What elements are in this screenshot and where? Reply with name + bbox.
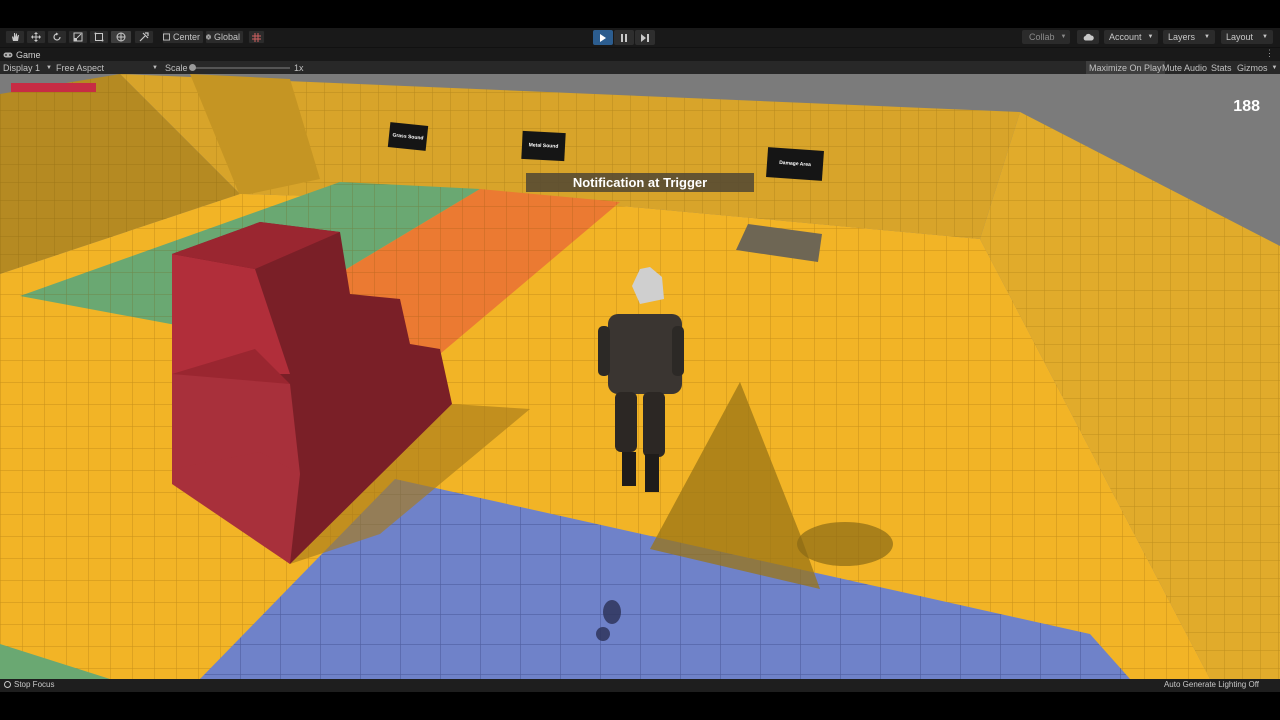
play-icon	[600, 33, 606, 42]
account-label: Account	[1109, 32, 1142, 42]
sign-grass-sound: Grass Sound	[387, 122, 429, 151]
scale-slider-track[interactable]	[190, 67, 290, 69]
top-letterbox	[0, 0, 1280, 28]
cloud-icon	[1083, 33, 1094, 41]
scene-render	[0, 74, 1280, 679]
info-icon	[4, 681, 11, 688]
pivot-toggle-button[interactable]: Center	[162, 30, 204, 44]
gamepad-icon	[3, 52, 13, 57]
maximize-label: Maximize On Play	[1089, 62, 1162, 73]
sign-damage-area: Damage Area	[766, 147, 824, 181]
footprint	[596, 627, 610, 641]
space-toggle-button[interactable]: Global	[205, 30, 244, 44]
move-tool-icon[interactable]	[26, 30, 46, 44]
lighting-status[interactable]: Auto Generate Lighting Off	[1164, 680, 1259, 689]
play-button[interactable]	[593, 30, 613, 45]
layout-dropdown[interactable]: Layout ▼	[1221, 30, 1273, 44]
mute-label: Mute Audio	[1162, 62, 1208, 73]
status-bar: Stop Focus Auto Generate Lighting Off	[0, 679, 1280, 692]
player-shadow	[797, 522, 893, 566]
sign-metal-sound: Metal Sound	[521, 130, 566, 162]
gizmos-dropdown[interactable]: Gizmos ▼	[1234, 61, 1280, 74]
status-left: Stop Focus	[4, 680, 54, 689]
pivot-label: Center	[172, 32, 200, 42]
step-icon	[641, 33, 649, 42]
game-view-controls: Display 1 ▼ Free Aspect ▼ Scale 1x Maximiz…	[0, 61, 1280, 74]
status-message: Stop Focus	[14, 680, 55, 689]
aspect-dropdown[interactable]: Free Aspect ▼	[56, 61, 158, 74]
main-toolbar: Center Global Collab ▼ Account ▼ Layers ▼ L…	[0, 28, 1280, 48]
bottom-letterbox	[0, 692, 1280, 720]
sign-metal-sound-label: Metal Sound	[528, 142, 559, 150]
pause-button[interactable]	[614, 30, 634, 45]
cloud-button[interactable]	[1077, 30, 1099, 44]
sign-damage-area-label: Damage Area	[778, 159, 812, 169]
tab-game-label: Game	[16, 49, 41, 60]
game-viewport[interactable]: 188 Notification at Trigger Grass Sound …	[0, 74, 1280, 679]
display-label: Display 1	[3, 62, 41, 73]
account-dropdown[interactable]: Account ▼	[1104, 30, 1158, 44]
rect-tool-icon[interactable]	[89, 30, 109, 44]
maximize-on-play-toggle[interactable]: Maximize On Play	[1086, 61, 1165, 74]
tab-bar: Game ⋮	[0, 48, 1280, 61]
playmode-controls	[593, 30, 655, 45]
pivot-icon	[163, 33, 170, 41]
health-bar	[11, 83, 96, 92]
transform-tool-icon[interactable]	[110, 30, 132, 44]
custom-tool-icon[interactable]	[134, 30, 154, 44]
score-counter: 188	[1233, 98, 1260, 115]
step-button[interactable]	[635, 30, 655, 45]
collab-label: Collab	[1029, 32, 1055, 42]
stats-label: Stats	[1211, 62, 1232, 73]
tab-game[interactable]: Game	[3, 48, 41, 61]
space-label: Global	[213, 32, 240, 42]
trigger-notification: Notification at Trigger	[526, 173, 754, 192]
mute-audio-toggle[interactable]: Mute Audio	[1159, 61, 1210, 74]
rotate-tool-icon[interactable]	[47, 30, 67, 44]
hand-tool-icon[interactable]	[5, 30, 25, 44]
stats-toggle[interactable]: Stats	[1208, 61, 1235, 74]
aspect-label: Free Aspect	[56, 62, 105, 73]
scale-value: 1x	[294, 62, 304, 73]
layout-label: Layout	[1226, 32, 1254, 42]
pause-icon	[621, 33, 627, 42]
layers-dropdown[interactable]: Layers ▼	[1163, 30, 1215, 44]
grid-snap-button[interactable]	[248, 30, 265, 44]
gizmos-label: Gizmos	[1237, 62, 1268, 73]
grid-icon	[252, 32, 261, 42]
scale-label: Scale	[165, 62, 188, 73]
footprint	[603, 600, 621, 624]
collab-dropdown[interactable]: Collab ▼	[1022, 30, 1070, 44]
tab-menu-icon[interactable]: ⋮	[1265, 48, 1274, 59]
scale-tool-icon[interactable]	[68, 30, 88, 44]
display-dropdown[interactable]: Display 1 ▼	[3, 61, 52, 74]
scale-slider-handle[interactable]	[189, 64, 196, 71]
layers-label: Layers	[1168, 32, 1196, 42]
sign-grass-sound-label: Grass Sound	[392, 131, 424, 142]
